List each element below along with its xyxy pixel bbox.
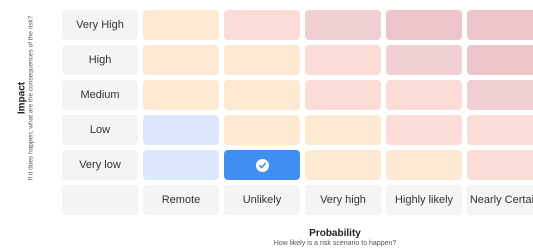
probability-axis-subtitle: How likely is a risk scenario to happen?	[273, 239, 397, 247]
probability-axis: Probability How likely is a risk scenari…	[150, 228, 520, 247]
risk-cell[interactable]	[143, 80, 219, 110]
probability-label-remote: Remote	[143, 185, 219, 215]
impact-label-very-low: Very low	[62, 150, 138, 180]
risk-cell[interactable]	[305, 150, 381, 180]
impact-axis-title: Impact	[16, 81, 28, 114]
risk-cell[interactable]	[224, 80, 300, 110]
risk-cell[interactable]	[467, 80, 533, 110]
risk-cell[interactable]	[467, 150, 533, 180]
risk-cell[interactable]	[224, 45, 300, 75]
risk-cell[interactable]	[224, 10, 300, 40]
risk-cell[interactable]	[305, 45, 381, 75]
risk-cell[interactable]	[224, 115, 300, 145]
risk-cell-selected[interactable]	[224, 150, 300, 180]
impact-label-very-high: Very High	[62, 10, 138, 40]
risk-matrix-grid: Very High High Medium Low Very low Remote Unli…	[62, 10, 533, 215]
risk-cell[interactable]	[143, 10, 219, 40]
risk-cell[interactable]	[305, 80, 381, 110]
risk-cell[interactable]	[467, 45, 533, 75]
corner-cell	[62, 185, 138, 215]
risk-cell[interactable]	[467, 115, 533, 145]
impact-axis: Impact If it does happen, what are the c…	[8, 10, 44, 185]
probability-label-unlikely: Unlikely	[224, 185, 300, 215]
risk-cell[interactable]	[386, 45, 462, 75]
risk-cell[interactable]	[143, 115, 219, 145]
probability-label-highly-likely: Highly likely	[386, 185, 462, 215]
probability-label-very-high: Very high	[305, 185, 381, 215]
probability-label-nearly-certain: Nearly Certain	[467, 185, 533, 215]
probability-axis-title: Probability	[309, 228, 361, 239]
risk-cell[interactable]	[467, 10, 533, 40]
risk-cell[interactable]	[386, 10, 462, 40]
risk-cell[interactable]	[386, 115, 462, 145]
risk-cell[interactable]	[143, 45, 219, 75]
risk-matrix-page: Impact If it does happen, what are the c…	[0, 0, 533, 252]
impact-label-medium: Medium	[62, 80, 138, 110]
impact-axis-subtitle: If it does happen, what are the conseque…	[26, 15, 34, 180]
impact-label-low: Low	[62, 115, 138, 145]
risk-cell[interactable]	[305, 10, 381, 40]
risk-cell[interactable]	[386, 80, 462, 110]
checkmark-icon	[255, 158, 269, 172]
risk-cell[interactable]	[386, 150, 462, 180]
risk-cell[interactable]	[305, 115, 381, 145]
impact-label-high: High	[62, 45, 138, 75]
risk-cell[interactable]	[143, 150, 219, 180]
